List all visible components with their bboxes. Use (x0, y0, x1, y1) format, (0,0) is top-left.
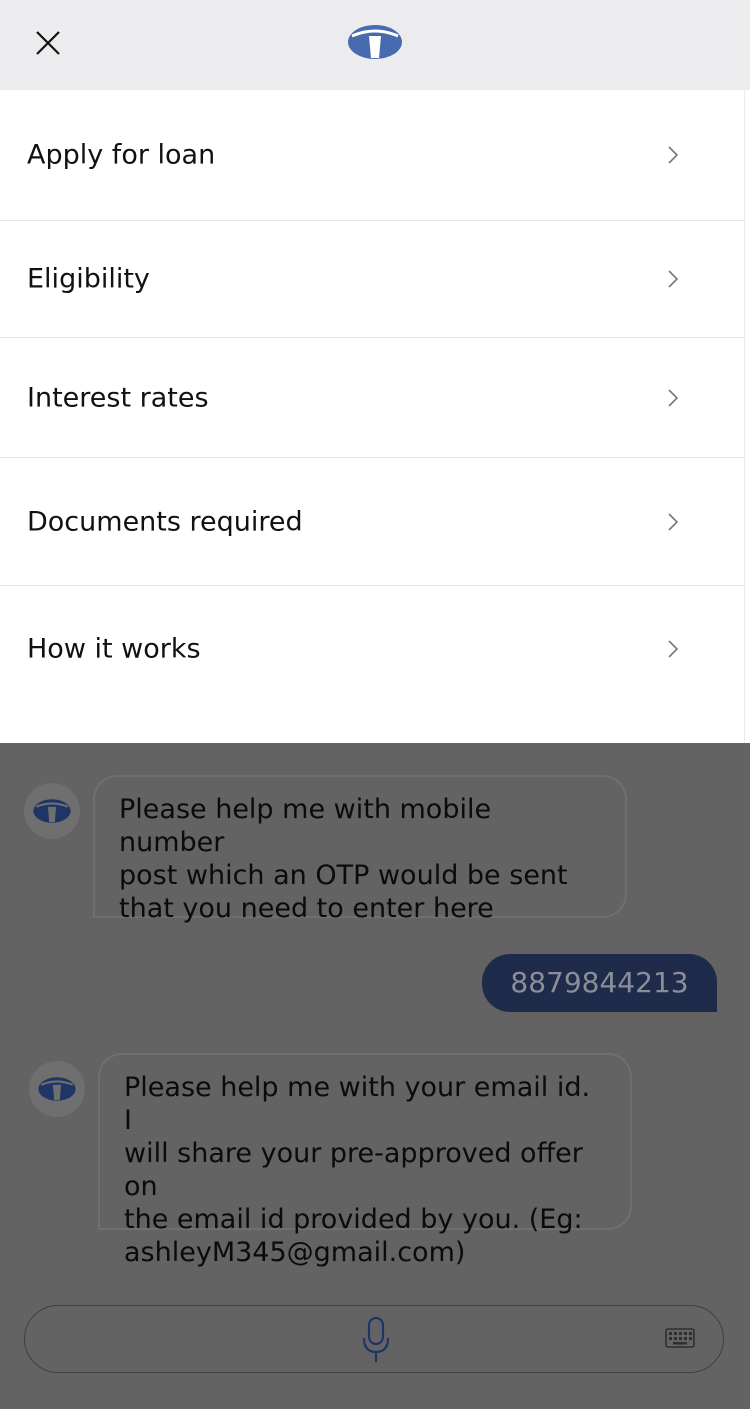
menu-panel: Apply for loan Eligibility Interest rate… (0, 90, 750, 743)
input-bar[interactable] (24, 1305, 724, 1373)
microphone-icon[interactable] (361, 1316, 391, 1364)
message-line: will share your pre-approved offer on (124, 1138, 583, 1202)
menu-edge (744, 90, 750, 743)
message-line: the email id provided by you. (Eg: (124, 1204, 583, 1235)
chevron-right-icon (668, 639, 679, 658)
tata-logo-icon (38, 1077, 76, 1101)
bot-avatar (29, 1061, 85, 1117)
tata-logo-icon (348, 25, 402, 59)
menu-item-label: Eligibility (27, 263, 150, 295)
chevron-right-icon (668, 270, 679, 288)
message-line: that you need to enter here (119, 893, 494, 924)
menu-item-interest-rates[interactable]: Interest rates (0, 338, 744, 458)
message-line: post which an OTP would be sent (119, 860, 568, 891)
tata-logo-icon (33, 799, 71, 823)
chevron-right-icon (668, 512, 679, 531)
chevron-right-icon (668, 388, 679, 407)
chevron-right-icon (668, 146, 679, 164)
keyboard-icon[interactable] (665, 1328, 695, 1348)
bot-message: Please help me with mobile number post w… (93, 775, 627, 924)
menu-item-label: Apply for loan (27, 139, 216, 171)
menu-item-label: Interest rates (27, 382, 209, 413)
menu-item-eligibility[interactable]: Eligibility (0, 221, 744, 338)
close-icon[interactable] (30, 25, 66, 61)
message-line: ashleyM345@gmail.com) (124, 1237, 466, 1268)
top-header (0, 0, 750, 90)
message-line: Please help me with your email id. I (124, 1072, 591, 1136)
menu-item-documents-required[interactable]: Documents required (0, 458, 744, 586)
menu-item-how-it-works[interactable]: How it works (0, 586, 744, 711)
user-message: 8879844213 (482, 954, 717, 1012)
menu-item-apply-for-loan[interactable]: Apply for loan (0, 90, 744, 221)
menu-item-label: How it works (27, 633, 201, 664)
message-line: Please help me with mobile number (119, 794, 492, 858)
bot-avatar (24, 783, 80, 839)
bot-message: Please help me with your email id. I wil… (98, 1053, 632, 1268)
menu-item-label: Documents required (27, 506, 303, 537)
